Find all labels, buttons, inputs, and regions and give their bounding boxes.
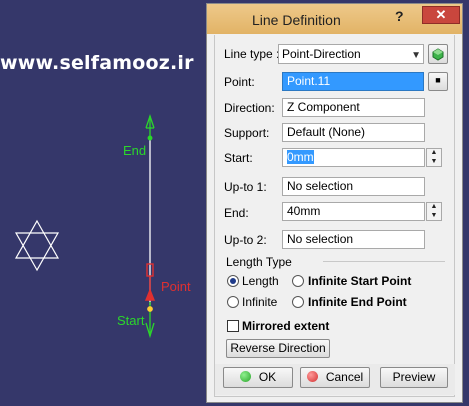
end-label: End xyxy=(123,143,147,158)
end-arrow-icon xyxy=(145,113,155,141)
mirrored-extent-checkbox[interactable] xyxy=(227,320,239,332)
point-context-button[interactable]: ■ xyxy=(428,72,448,91)
spin-down-icon[interactable]: ▼ xyxy=(427,212,441,220)
infinite-radio-label: Infinite xyxy=(242,295,278,309)
line-type-lock-button[interactable] xyxy=(428,44,448,64)
infinite-start-radio[interactable] xyxy=(292,275,304,287)
upto1-label: Up-to 1: xyxy=(224,180,267,194)
upto2-label: Up-to 2: xyxy=(224,233,267,247)
square-icon: ■ xyxy=(435,75,441,85)
end-field[interactable]: 40mm xyxy=(282,202,425,221)
ok-button-label: OK xyxy=(258,370,277,384)
direction-label: Direction: xyxy=(224,101,275,115)
spin-up-icon[interactable]: ▲ xyxy=(427,149,441,157)
infinite-start-label: Infinite Start Point xyxy=(308,274,412,288)
length-radio-label: Length xyxy=(242,274,279,288)
upto2-field[interactable]: No selection xyxy=(282,230,425,249)
star-icon xyxy=(14,219,60,272)
title-bar[interactable]: Line Definition ? ✕ xyxy=(207,4,462,34)
point-label-text: Point: xyxy=(224,75,255,89)
infinite-end-label: Infinite End Point xyxy=(308,295,407,309)
help-button[interactable]: ? xyxy=(395,8,404,24)
ok-button[interactable]: OK xyxy=(223,367,293,388)
dialog-title: Line Definition xyxy=(252,12,341,28)
cancel-button-label: Cancel xyxy=(325,370,364,384)
reverse-direction-button[interactable]: Reverse Direction xyxy=(226,339,330,358)
line-type-select[interactable]: Point-Direction ▼ xyxy=(278,44,424,64)
cancel-button[interactable]: Cancel xyxy=(300,367,370,388)
infinite-end-radio[interactable] xyxy=(292,296,304,308)
upto1-field[interactable]: No selection xyxy=(282,177,425,196)
construction-element-icon xyxy=(432,48,444,61)
line-type-value: Point-Direction xyxy=(282,47,361,61)
end-spinner[interactable]: ▲ ▼ xyxy=(426,202,442,221)
preview-button[interactable]: Preview xyxy=(380,367,448,388)
start-label: Start xyxy=(117,313,145,328)
watermark: www.selfamooz.ir xyxy=(0,52,194,74)
start-arrow-icon xyxy=(145,302,155,339)
cancel-icon xyxy=(306,371,318,382)
length-radio[interactable] xyxy=(227,275,239,287)
spin-down-icon[interactable]: ▼ xyxy=(427,158,441,166)
point-label: Point xyxy=(161,279,191,294)
close-button[interactable]: ✕ xyxy=(422,6,460,24)
end-label-text: End: xyxy=(224,206,249,220)
start-label-text: Start: xyxy=(224,151,253,165)
point-field[interactable]: Point.11 xyxy=(282,72,424,91)
start-spinner[interactable]: ▲ ▼ xyxy=(426,148,442,167)
infinite-radio[interactable] xyxy=(227,296,239,308)
group-divider xyxy=(323,261,445,262)
support-field[interactable]: Default (None) xyxy=(282,123,425,142)
length-type-group-label: Length Type xyxy=(226,255,292,269)
start-field[interactable]: 0mm xyxy=(282,148,425,167)
start-value: 0mm xyxy=(287,150,314,164)
spin-up-icon[interactable]: ▲ xyxy=(427,203,441,211)
chevron-down-icon: ▼ xyxy=(411,50,421,61)
support-label: Support: xyxy=(224,126,270,140)
ok-icon xyxy=(239,371,251,382)
direction-field[interactable]: Z Component xyxy=(282,98,425,117)
line-type-label: Line type : xyxy=(224,47,280,61)
mirrored-extent-label: Mirrored extent xyxy=(242,319,330,333)
